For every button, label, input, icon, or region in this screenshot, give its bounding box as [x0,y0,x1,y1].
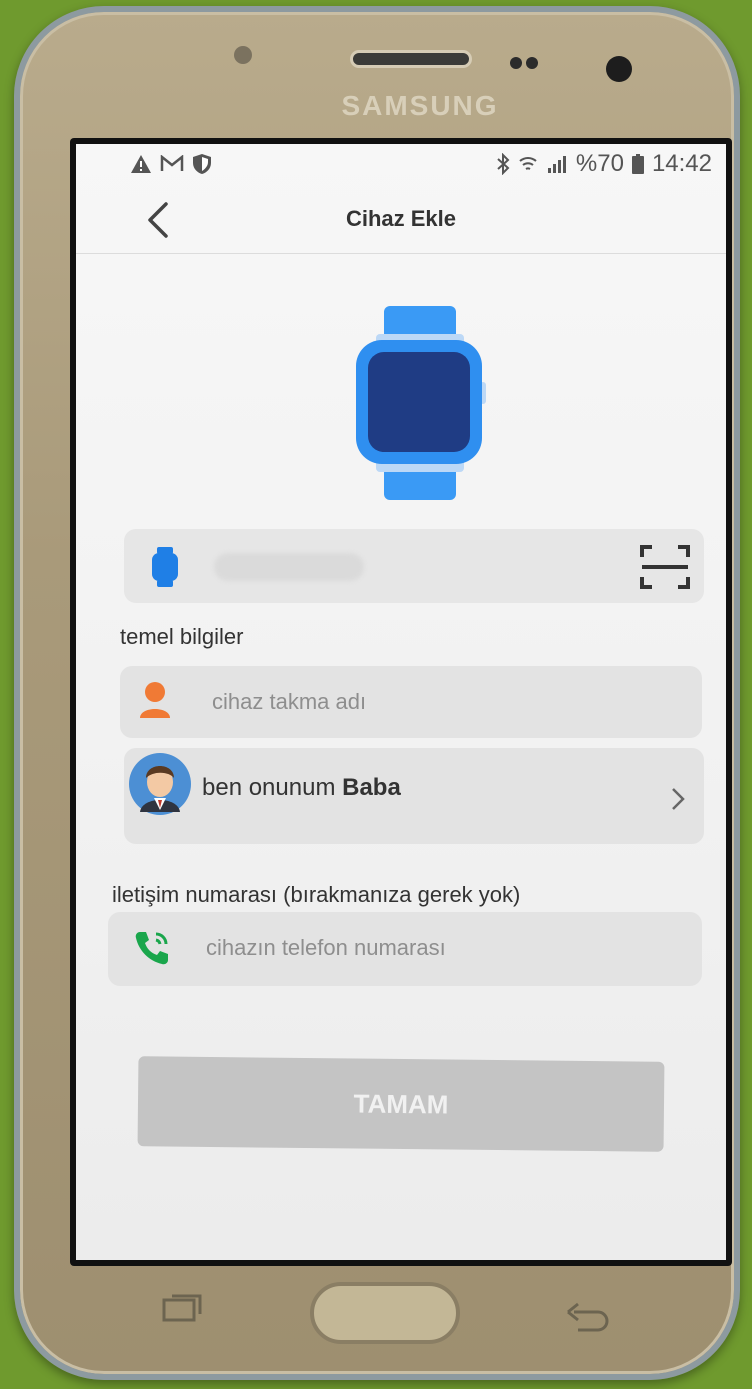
screen: %70 14:42 Cihaz Ekle temel bilgiler ciha… [70,138,732,1266]
scan-qr-icon[interactable] [640,543,690,591]
bluetooth-icon [497,153,510,175]
earpiece-speaker [350,50,472,68]
recent-apps-key-icon[interactable] [160,1290,206,1326]
person-icon [140,682,170,718]
basic-info-label: temel bilgiler [120,624,244,649]
battery-icon [631,154,644,174]
device-id-row [124,529,704,603]
battery-percentage: %70 [575,150,624,177]
gmail-icon [160,155,184,171]
relation-text: ben onunum Baba [202,774,401,802]
nickname-field [120,666,702,738]
page-title: Cihaz Ekle [345,205,457,231]
status-bar: %70 14:42 [76,144,726,184]
app-header: Cihaz Ekle [76,184,726,254]
phone-field [108,912,702,986]
sensor-dots [510,56,550,70]
contact-number-label: iletişim numarası (bırakmanıza gerek yok… [112,882,521,907]
back-key-icon[interactable] [564,1302,612,1332]
home-button[interactable] [310,1282,460,1344]
status-clock: 14:42 [651,150,712,177]
device-id-redacted [214,553,364,581]
shield-icon [193,154,211,174]
nickname-input[interactable] [212,686,672,718]
brand-logo: SAMSUNG [341,90,499,121]
watch-icon [152,547,178,587]
father-avatar-icon [129,753,191,815]
warning-icon [131,155,151,173]
phone-number-input[interactable] [206,932,666,964]
proximity-sensor [234,46,252,64]
wifi-icon [519,157,537,170]
relation-selector[interactable]: ben onunum Baba [124,748,704,844]
chevron-right-icon [672,788,685,810]
smartwatch-illustration [356,306,486,500]
app-display: %70 14:42 Cihaz Ekle temel bilgiler ciha… [76,144,726,1260]
front-camera [606,56,632,82]
confirm-button[interactable]: TAMAM [137,1056,665,1152]
relation-prefix: ben onunum [202,774,336,801]
phone-frame: SAMSUNG %70 14:42 Cihaz Ekle temel bilgi… [14,6,740,1380]
back-arrow-icon[interactable] [140,198,176,242]
phone-call-icon [135,932,168,965]
signal-icon [547,156,566,173]
relation-value: Baba [342,774,401,801]
